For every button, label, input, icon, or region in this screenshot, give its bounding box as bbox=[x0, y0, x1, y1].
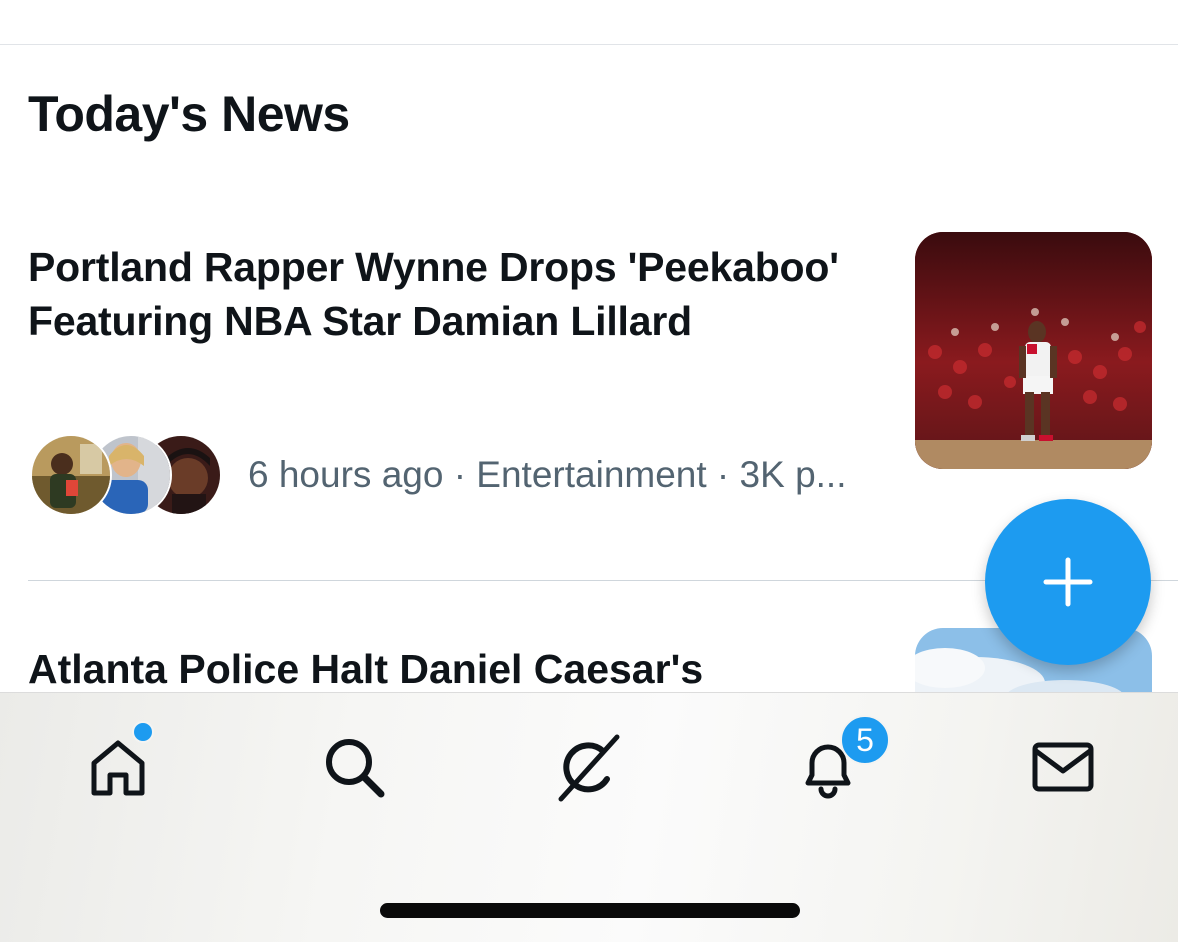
grok-icon bbox=[558, 734, 620, 802]
home-unread-dot bbox=[132, 721, 154, 743]
search-icon bbox=[326, 739, 385, 798]
avatar bbox=[30, 434, 112, 516]
mail-icon bbox=[1032, 742, 1094, 792]
avatar-stack bbox=[30, 434, 222, 516]
top-divider bbox=[0, 44, 1178, 45]
compose-button[interactable] bbox=[985, 499, 1151, 665]
story-meta-text: 6 hours ago · Entertainment · 3K p... bbox=[248, 454, 847, 495]
notification-badge: 5 bbox=[840, 715, 890, 765]
tab-search[interactable] bbox=[314, 727, 394, 807]
section-title: Today's News bbox=[28, 86, 350, 142]
home-indicator bbox=[380, 903, 800, 918]
tab-bar: 5 bbox=[0, 692, 1178, 942]
tab-messages[interactable] bbox=[1022, 727, 1102, 807]
tab-grok[interactable] bbox=[549, 727, 629, 807]
story-meta: 6 hours ago · Entertainment · 3K p... bbox=[30, 434, 888, 516]
story-thumbnail[interactable] bbox=[915, 232, 1152, 469]
story-headline[interactable]: Atlanta Police Halt Daniel Caesar's bbox=[28, 642, 703, 696]
plus-icon bbox=[1043, 557, 1093, 607]
story-headline[interactable]: Portland Rapper Wynne Drops 'Peekaboo' F… bbox=[28, 240, 878, 348]
news-story[interactable]: Portland Rapper Wynne Drops 'Peekaboo' F… bbox=[0, 232, 1178, 580]
